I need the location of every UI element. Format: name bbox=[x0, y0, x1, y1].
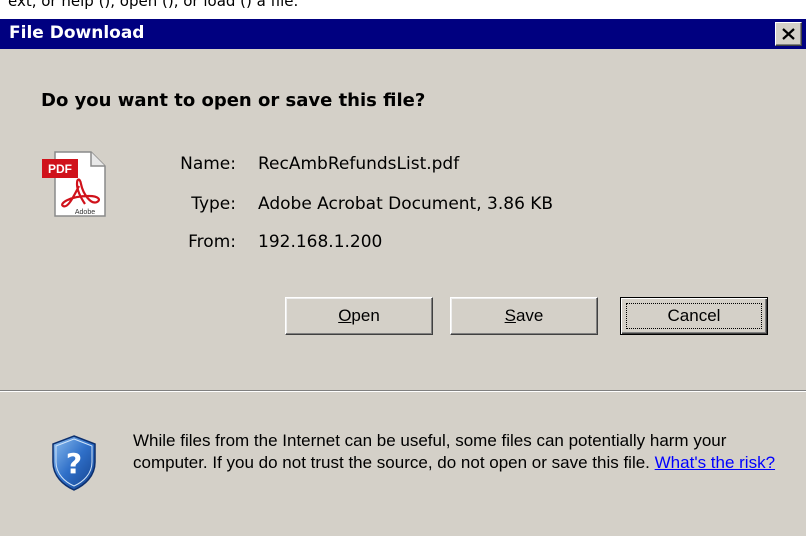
background-text: ext, or help (), open (), or load () a f… bbox=[8, 0, 299, 10]
close-icon bbox=[782, 28, 795, 40]
shield-question-icon: ? bbox=[52, 435, 96, 491]
background-window-text-strip: ext, or help (), open (), or load () a f… bbox=[0, 0, 806, 19]
type-label: Type: bbox=[191, 194, 236, 214]
security-warning: While files from the Internet can be use… bbox=[133, 430, 793, 474]
from-value: 192.168.1.200 bbox=[258, 232, 383, 252]
svg-text:?: ? bbox=[66, 447, 82, 480]
file-download-dialog: File Download Do you want to open or sav… bbox=[0, 19, 806, 536]
title-bar[interactable]: File Download bbox=[0, 19, 806, 49]
cancel-button[interactable]: Cancel bbox=[620, 297, 768, 335]
whats-the-risk-link[interactable]: What's the risk? bbox=[655, 453, 775, 472]
dialog-question: Do you want to open or save this file? bbox=[41, 90, 426, 111]
save-button[interactable]: Save bbox=[450, 297, 598, 335]
open-label-rest: pen bbox=[351, 306, 380, 325]
from-label: From: bbox=[188, 232, 236, 252]
section-divider bbox=[0, 390, 806, 392]
open-accelerator: O bbox=[338, 306, 352, 325]
name-value: RecAmbRefundsList.pdf bbox=[258, 154, 460, 174]
type-value: Adobe Acrobat Document, 3.86 KB bbox=[258, 194, 554, 214]
svg-text:PDF: PDF bbox=[48, 162, 72, 176]
save-label-rest: ave bbox=[515, 306, 544, 325]
open-button[interactable]: Open bbox=[285, 297, 433, 335]
save-accelerator: S bbox=[504, 306, 516, 325]
warning-text: While files from the Internet can be use… bbox=[133, 431, 727, 472]
cancel-label: Cancel bbox=[626, 303, 762, 329]
name-label: Name: bbox=[180, 154, 236, 174]
dialog-title: File Download bbox=[9, 23, 145, 43]
close-button[interactable] bbox=[775, 22, 802, 46]
